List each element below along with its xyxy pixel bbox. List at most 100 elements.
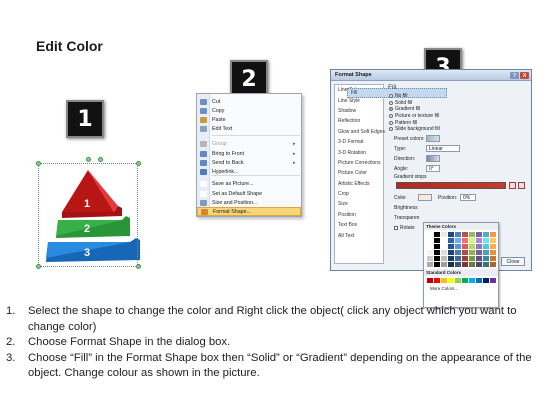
color-swatch[interactable] bbox=[448, 238, 454, 243]
radio-button[interactable] bbox=[389, 107, 393, 112]
resize-handle[interactable] bbox=[98, 157, 103, 162]
color-picker-button[interactable] bbox=[418, 194, 432, 201]
color-swatch[interactable] bbox=[490, 232, 496, 237]
color-swatch[interactable] bbox=[462, 244, 468, 249]
pyramid-shape[interactable]: 1 2 3 bbox=[26, 157, 146, 270]
resize-handle[interactable] bbox=[136, 264, 141, 269]
direction-dropdown[interactable] bbox=[426, 155, 440, 162]
color-swatch[interactable] bbox=[434, 256, 440, 261]
color-swatch[interactable] bbox=[427, 244, 433, 249]
color-swatch[interactable] bbox=[476, 278, 482, 283]
menu-item-group[interactable]: Group ▸ bbox=[197, 139, 301, 148]
color-swatch[interactable] bbox=[434, 238, 440, 243]
menu-item-set-as-default-shape[interactable]: Set as Default Shape bbox=[197, 189, 301, 198]
color-swatch[interactable] bbox=[462, 238, 468, 243]
color-swatch[interactable] bbox=[427, 238, 433, 243]
color-swatch[interactable] bbox=[448, 232, 454, 237]
color-swatch[interactable] bbox=[469, 238, 475, 243]
color-swatch[interactable] bbox=[448, 262, 454, 267]
fill-option[interactable]: Picture or texture fill bbox=[389, 113, 528, 120]
color-swatch[interactable] bbox=[462, 256, 468, 261]
color-swatch[interactable] bbox=[455, 244, 461, 249]
help-button[interactable]: ? bbox=[510, 72, 519, 79]
category-item[interactable]: Picture Color bbox=[335, 168, 383, 178]
position-input[interactable]: 0% bbox=[460, 194, 476, 201]
color-swatch[interactable] bbox=[441, 238, 447, 243]
category-item[interactable]: 3-D Format bbox=[335, 137, 383, 147]
gradient-stops-bar[interactable] bbox=[396, 182, 506, 189]
color-swatch[interactable] bbox=[490, 262, 496, 267]
color-swatch[interactable] bbox=[434, 278, 440, 283]
color-swatch[interactable] bbox=[462, 250, 468, 255]
resize-handle[interactable] bbox=[36, 264, 41, 269]
radio-button[interactable] bbox=[389, 114, 393, 119]
color-swatch[interactable] bbox=[455, 278, 461, 283]
color-swatch[interactable] bbox=[483, 238, 489, 243]
color-swatch[interactable] bbox=[434, 244, 440, 249]
color-swatch[interactable] bbox=[490, 244, 496, 249]
color-swatch[interactable] bbox=[490, 278, 496, 283]
color-swatch[interactable] bbox=[448, 278, 454, 283]
category-item[interactable]: Glow and Soft Edges bbox=[335, 127, 385, 137]
color-swatch[interactable] bbox=[455, 232, 461, 237]
color-swatch[interactable] bbox=[476, 250, 482, 255]
color-swatch[interactable] bbox=[441, 278, 447, 283]
radio-button[interactable] bbox=[389, 127, 393, 132]
fill-option[interactable]: Slide background fill bbox=[389, 126, 528, 133]
color-swatch[interactable] bbox=[441, 256, 447, 261]
color-swatch[interactable] bbox=[483, 232, 489, 237]
color-swatch[interactable] bbox=[448, 244, 454, 249]
category-item[interactable]: Position bbox=[335, 210, 383, 220]
radio-button[interactable] bbox=[389, 94, 393, 99]
color-swatch[interactable] bbox=[483, 278, 489, 283]
color-swatch[interactable] bbox=[476, 232, 482, 237]
rotate-checkbox[interactable] bbox=[394, 226, 398, 230]
color-swatch[interactable] bbox=[441, 250, 447, 255]
resize-handle[interactable] bbox=[86, 157, 91, 162]
color-swatch[interactable] bbox=[434, 262, 440, 267]
fill-option[interactable]: No fill bbox=[389, 93, 528, 100]
color-swatch[interactable] bbox=[483, 250, 489, 255]
menu-item-bring-to-front[interactable]: Bring to Front ▸ bbox=[197, 149, 301, 158]
fill-option[interactable]: Solid fill bbox=[389, 100, 528, 107]
menu-item-save-as-picture[interactable]: Save as Picture... bbox=[197, 179, 301, 188]
menu-item-cut[interactable]: Cut bbox=[197, 97, 301, 106]
color-swatch[interactable] bbox=[448, 250, 454, 255]
color-swatch[interactable] bbox=[490, 238, 496, 243]
category-item[interactable]: Crop bbox=[335, 189, 383, 199]
menu-item-format-shape[interactable]: Format Shape... bbox=[197, 207, 301, 216]
color-swatch[interactable] bbox=[483, 262, 489, 267]
color-swatch[interactable] bbox=[455, 256, 461, 261]
color-swatch[interactable] bbox=[434, 232, 440, 237]
color-swatch[interactable] bbox=[441, 244, 447, 249]
close-button[interactable]: Close bbox=[501, 257, 525, 266]
color-swatch[interactable] bbox=[427, 256, 433, 261]
color-swatch[interactable] bbox=[441, 232, 447, 237]
color-swatch[interactable] bbox=[462, 232, 468, 237]
color-swatch[interactable] bbox=[476, 262, 482, 267]
fill-option[interactable]: Pattern fill bbox=[389, 119, 528, 126]
color-swatch[interactable] bbox=[427, 250, 433, 255]
preset-colors-dropdown[interactable] bbox=[426, 135, 440, 142]
menu-item-size-and-position[interactable]: Size and Position... bbox=[197, 198, 301, 207]
color-swatch[interactable] bbox=[441, 262, 447, 267]
remove-stop-button[interactable] bbox=[518, 182, 525, 189]
category-item[interactable]: Artistic Effects bbox=[335, 179, 383, 189]
color-swatch[interactable] bbox=[434, 250, 440, 255]
category-item[interactable]: 3-D Rotation bbox=[335, 147, 383, 157]
category-item[interactable]: Text Box bbox=[335, 220, 383, 230]
color-swatch[interactable] bbox=[476, 256, 482, 261]
color-swatch[interactable] bbox=[483, 244, 489, 249]
resize-handle[interactable] bbox=[136, 161, 141, 166]
category-item[interactable]: Alt Text bbox=[335, 230, 383, 240]
color-swatch[interactable] bbox=[448, 256, 454, 261]
rotate-checkbox-row[interactable]: Rotate bbox=[394, 225, 415, 231]
angle-input[interactable]: 0° bbox=[426, 165, 440, 172]
resize-handle[interactable] bbox=[36, 161, 41, 166]
color-swatch[interactable] bbox=[455, 262, 461, 267]
add-stop-button[interactable] bbox=[509, 182, 516, 189]
color-swatch[interactable] bbox=[490, 250, 496, 255]
menu-item-edit-text[interactable]: Edit Text bbox=[197, 124, 301, 133]
color-swatch[interactable] bbox=[427, 262, 433, 267]
type-dropdown[interactable]: Linear bbox=[426, 145, 460, 152]
